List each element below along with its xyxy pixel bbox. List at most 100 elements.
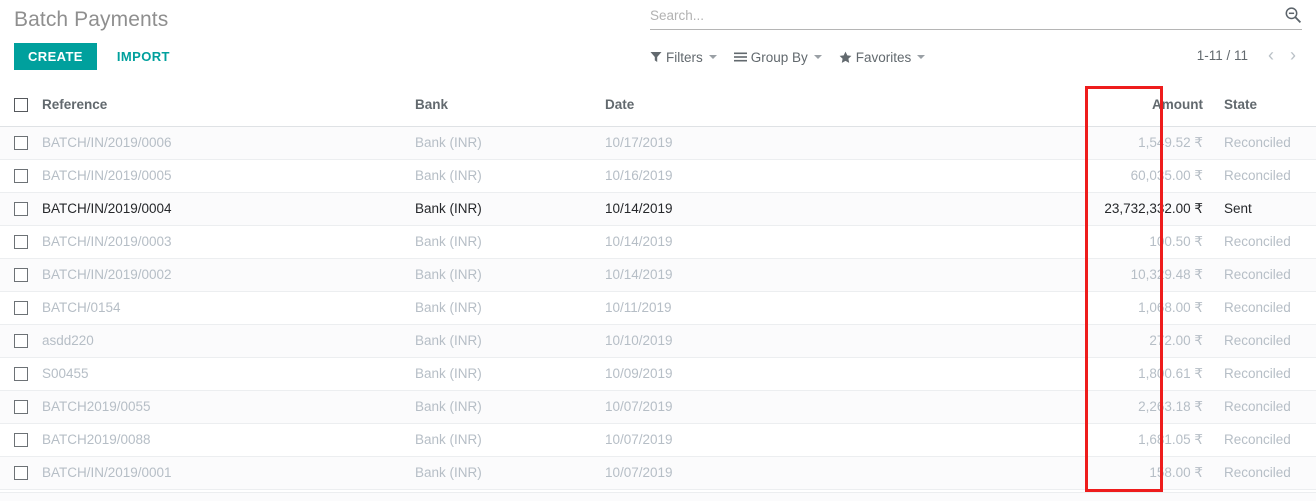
filters-dropdown[interactable]: Filters xyxy=(650,50,717,65)
cell-reference: BATCH2019/0055 xyxy=(42,390,415,424)
row-select-cell xyxy=(0,258,42,292)
cell-amount: 10,329.48 ₹ xyxy=(985,258,1211,292)
row-select-cell xyxy=(0,456,42,490)
row-select-cell xyxy=(0,423,42,457)
bars-icon xyxy=(733,51,747,63)
cell-bank: Bank (INR) xyxy=(415,357,605,391)
row-checkbox[interactable] xyxy=(14,400,28,415)
table-header: Reference Bank Date Amount State xyxy=(0,84,1316,127)
search-bar[interactable] xyxy=(650,6,1302,30)
cell-amount: 23,732,332.00 ₹ xyxy=(985,192,1211,226)
select-all-checkbox[interactable] xyxy=(14,98,28,113)
cell-bank: Bank (INR) xyxy=(415,225,605,259)
cell-bank: Bank (INR) xyxy=(415,324,605,358)
row-select-cell xyxy=(0,390,42,424)
cell-state: Reconciled xyxy=(1211,258,1316,292)
cell-bank: Bank (INR) xyxy=(415,258,605,292)
cell-amount: 1,068.00 ₹ xyxy=(985,291,1211,325)
table-row[interactable]: BATCH/IN/2019/0005 Bank (INR) 10/16/2019 60… xyxy=(0,159,1316,193)
cell-state: Reconciled xyxy=(1211,324,1316,358)
column-header-reference[interactable]: Reference xyxy=(42,84,415,127)
cell-bank: Bank (INR) xyxy=(415,291,605,325)
cell-reference: BATCH/IN/2019/0001 xyxy=(42,456,415,490)
table-row[interactable]: BATCH2019/0088 Bank (INR) 10/07/2019 1,681.… xyxy=(0,423,1316,457)
cell-amount: 158.00 ₹ xyxy=(985,456,1211,490)
batch-payments-list-view: Batch Payments CREATE IMPORT Search... F… xyxy=(0,0,1316,501)
cell-state: Reconciled xyxy=(1211,357,1316,391)
table-row[interactable]: BATCH/IN/2019/0004 Bank (INR) 10/14/2019 23… xyxy=(0,192,1316,226)
table-row[interactable]: BATCH/IN/2019/0003 Bank (INR) 10/14/2019 10… xyxy=(0,225,1316,259)
column-header-date[interactable]: Date xyxy=(605,84,985,127)
cell-state: Reconciled xyxy=(1211,159,1316,193)
row-checkbox[interactable] xyxy=(14,136,28,151)
table-row[interactable]: BATCH/IN/2019/0006 Bank (INR) 10/17/2019 1,… xyxy=(0,126,1316,160)
favorites-dropdown[interactable]: Favorites xyxy=(839,50,926,65)
table-row[interactable]: BATCH/0154 Bank (INR) 10/11/2019 1,068.00 ₹… xyxy=(0,291,1316,325)
filters-label: Filters xyxy=(666,49,703,65)
cell-date: 10/14/2019 xyxy=(605,192,985,226)
cell-state: Reconciled xyxy=(1211,225,1316,259)
table-body: BATCH/IN/2019/0006 Bank (INR) 10/17/2019 1,… xyxy=(0,126,1316,490)
row-checkbox[interactable] xyxy=(14,268,28,283)
cell-bank: Bank (INR) xyxy=(415,192,605,226)
row-checkbox[interactable] xyxy=(14,433,28,448)
cell-amount: 100.50 ₹ xyxy=(985,225,1211,259)
cell-date: 10/14/2019 xyxy=(605,258,985,292)
action-buttons: CREATE IMPORT xyxy=(14,43,176,70)
cell-state: Reconciled xyxy=(1211,423,1316,457)
cell-bank: Bank (INR) xyxy=(415,126,605,160)
cell-bank: Bank (INR) xyxy=(415,159,605,193)
cell-bank: Bank (INR) xyxy=(415,423,605,457)
cell-reference: BATCH/IN/2019/0004 xyxy=(42,192,415,226)
column-header-bank[interactable]: Bank xyxy=(415,84,605,127)
group-by-label: Group By xyxy=(750,49,808,65)
cell-state: Reconciled xyxy=(1211,456,1316,490)
cell-reference: BATCH/0154 xyxy=(42,291,415,325)
cell-reference: BATCH/IN/2019/0006 xyxy=(42,126,415,160)
funnel-icon xyxy=(650,51,662,63)
table-row[interactable]: BATCH/IN/2019/0002 Bank (INR) 10/14/2019 10… xyxy=(0,258,1316,292)
search-icon[interactable] xyxy=(1284,6,1302,24)
cell-date: 10/07/2019 xyxy=(605,390,985,424)
row-checkbox[interactable] xyxy=(14,202,28,217)
select-all-header xyxy=(0,84,42,127)
row-checkbox[interactable] xyxy=(14,301,28,316)
column-header-state[interactable]: State xyxy=(1211,84,1316,127)
cell-reference: BATCH/IN/2019/0002 xyxy=(42,258,415,292)
cell-state: Reconciled xyxy=(1211,126,1316,160)
row-checkbox[interactable] xyxy=(14,367,28,382)
row-select-cell xyxy=(0,192,42,226)
column-header-amount[interactable]: Amount xyxy=(985,84,1211,127)
create-button[interactable]: CREATE xyxy=(14,43,97,70)
table-row[interactable]: BATCH/IN/2019/0001 Bank (INR) 10/07/2019 15… xyxy=(0,456,1316,490)
cell-bank: Bank (INR) xyxy=(415,456,605,490)
table-row[interactable]: S00455 Bank (INR) 10/09/2019 1,800.61 ₹ Reco… xyxy=(0,357,1316,391)
row-checkbox[interactable] xyxy=(14,235,28,250)
chevron-down-icon xyxy=(917,55,926,59)
cell-date: 10/14/2019 xyxy=(605,225,985,259)
records-table: Reference Bank Date Amount State BATCH/I… xyxy=(0,84,1316,490)
row-checkbox[interactable] xyxy=(14,169,28,184)
row-select-cell xyxy=(0,291,42,325)
import-button[interactable]: IMPORT xyxy=(111,43,176,70)
table-row[interactable]: BATCH2019/0055 Bank (INR) 10/07/2019 2,263.… xyxy=(0,390,1316,424)
cell-amount: 2,263.18 ₹ xyxy=(985,390,1211,424)
page-title: Batch Payments xyxy=(14,8,169,31)
row-checkbox[interactable] xyxy=(14,334,28,349)
cell-date: 10/07/2019 xyxy=(605,456,985,490)
chevron-right-icon[interactable]: › xyxy=(1284,46,1302,64)
cell-bank: Bank (INR) xyxy=(415,390,605,424)
cell-reference: S00455 xyxy=(42,357,415,391)
search-input[interactable] xyxy=(650,7,1284,23)
chevron-left-icon[interactable]: ‹ xyxy=(1262,46,1280,64)
cell-date: 10/09/2019 xyxy=(605,357,985,391)
chevron-down-icon xyxy=(813,55,822,59)
row-select-cell xyxy=(0,126,42,160)
cell-state: Sent xyxy=(1211,192,1316,226)
row-checkbox[interactable] xyxy=(14,466,28,481)
table-row[interactable]: asdd220 Bank (INR) 10/10/2019 272.00 ₹ Recon… xyxy=(0,324,1316,358)
control-panel: Batch Payments CREATE IMPORT Search... F… xyxy=(0,0,1316,84)
table-footer-strip xyxy=(0,492,1316,501)
group-by-dropdown[interactable]: Group By xyxy=(733,49,822,65)
cell-date: 10/10/2019 xyxy=(605,324,985,358)
